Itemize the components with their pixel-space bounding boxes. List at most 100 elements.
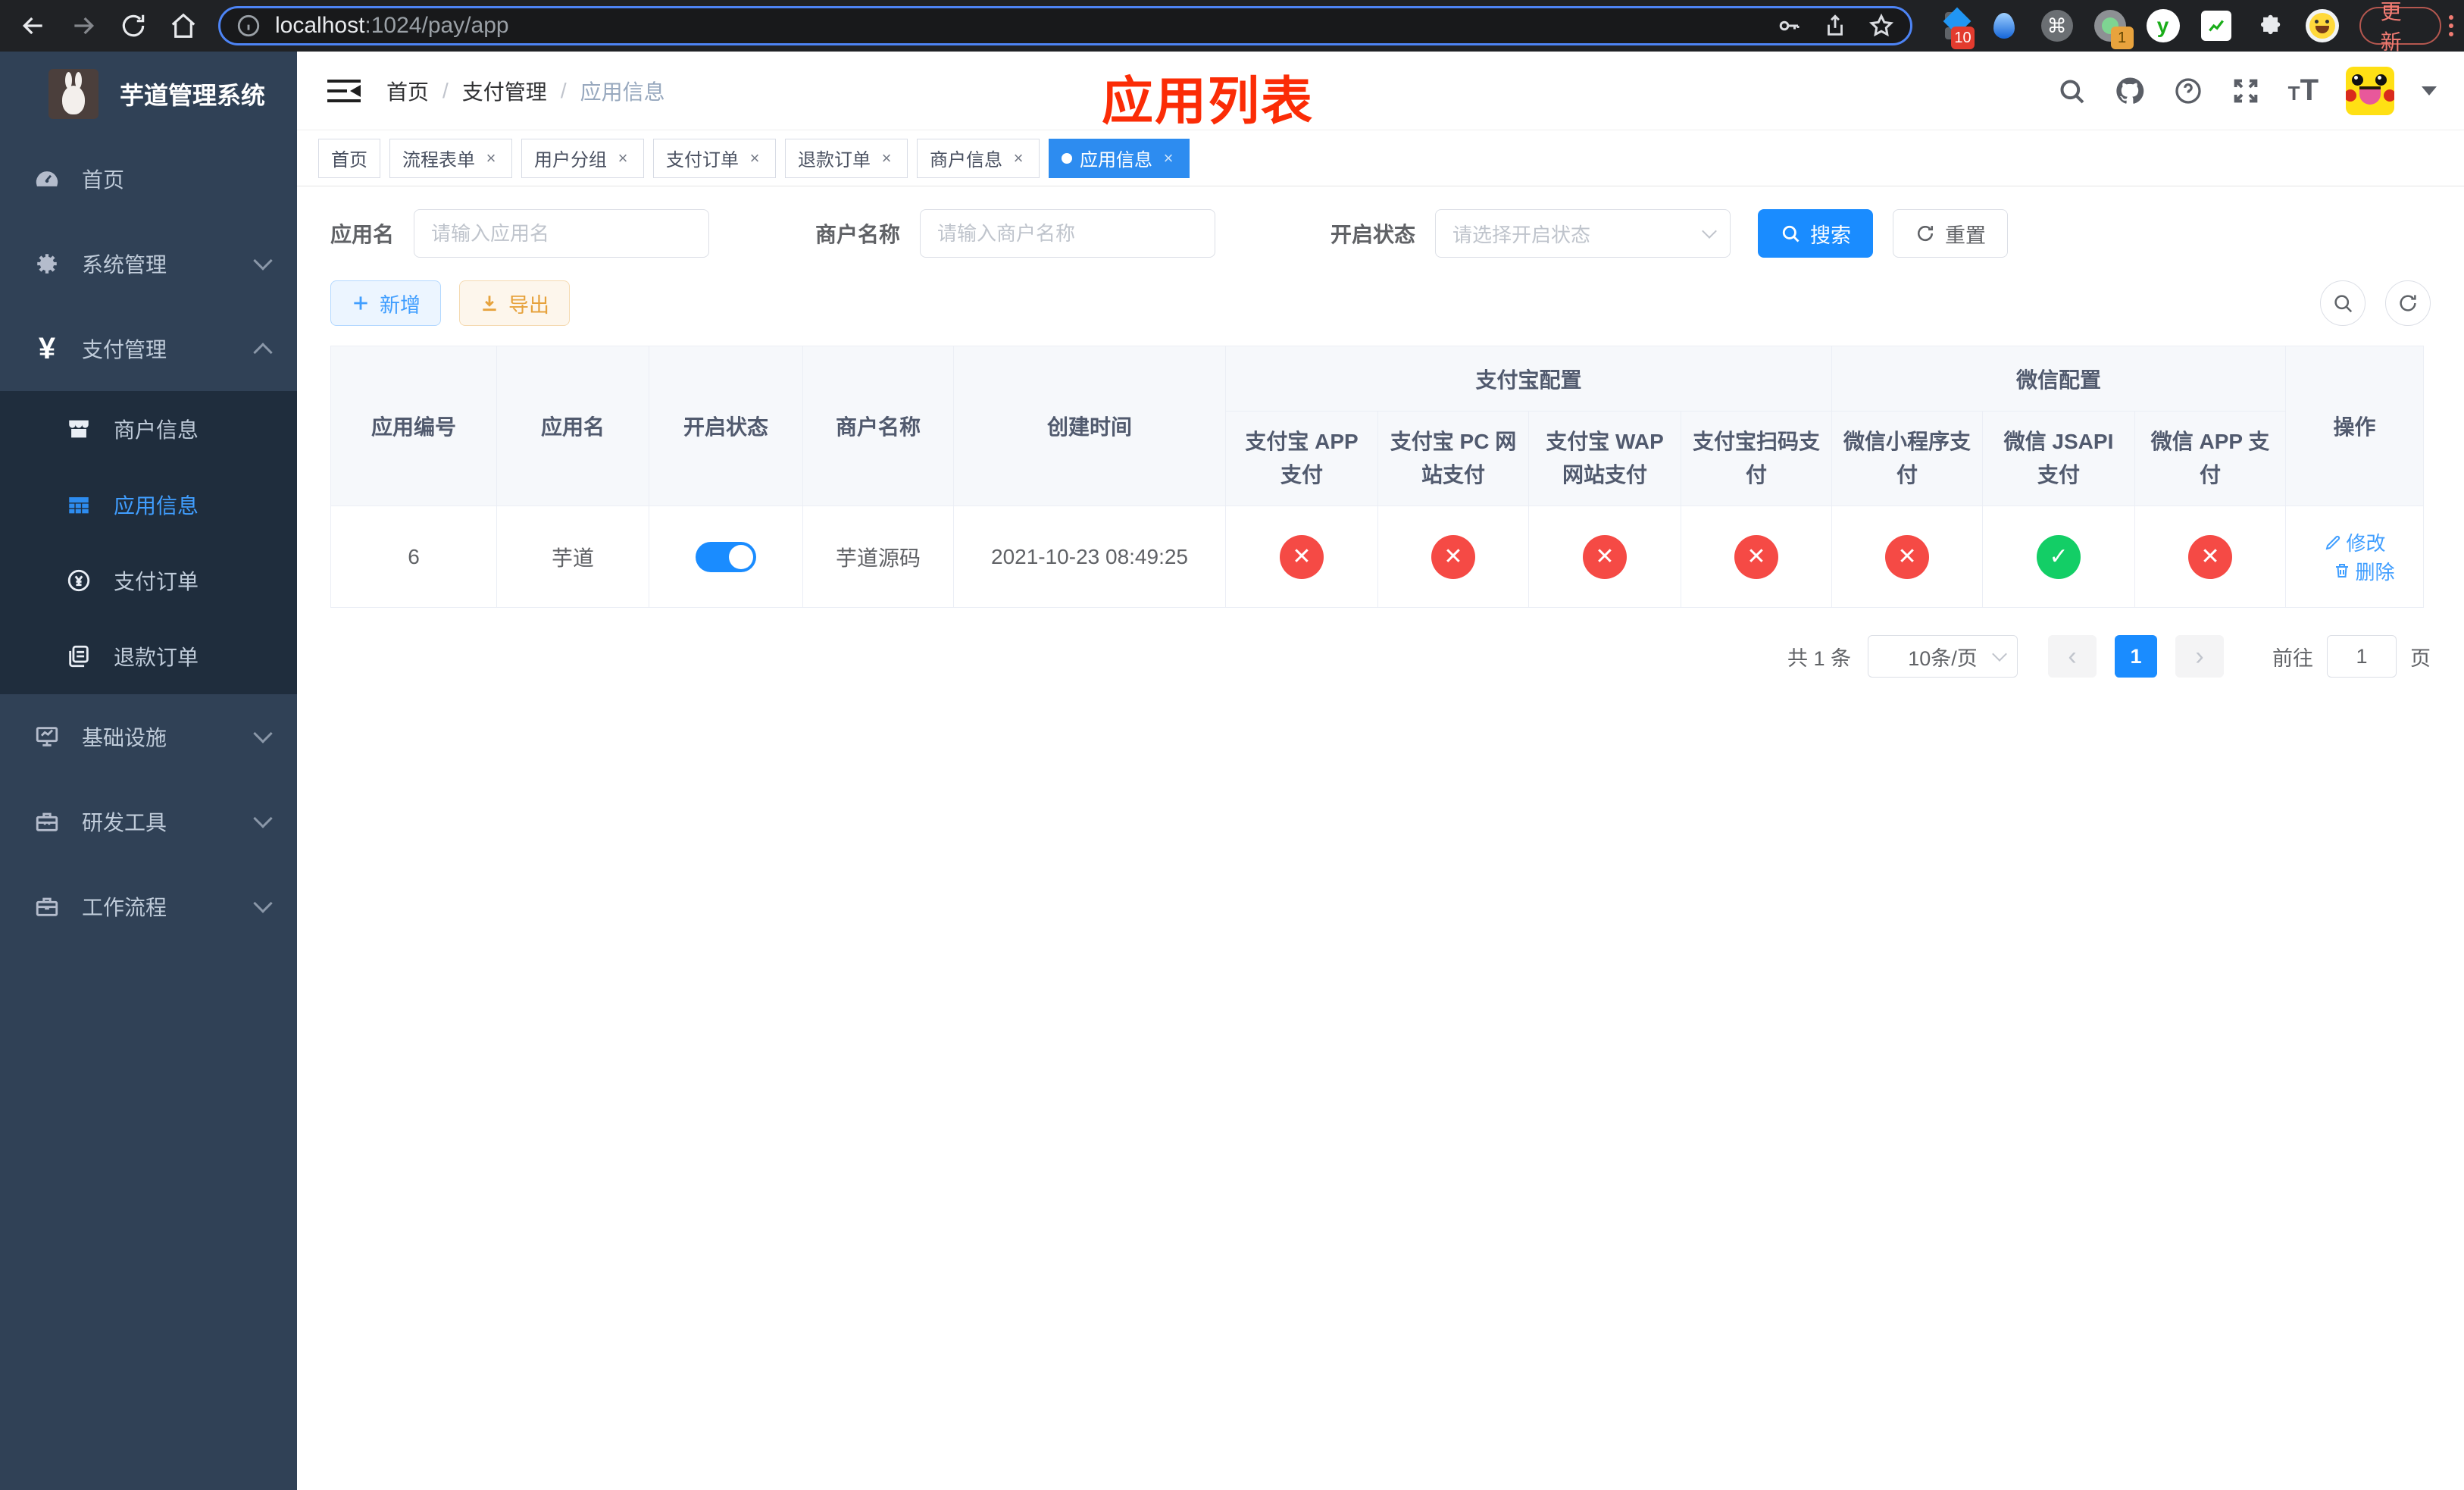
status-select[interactable]: 请选择开启状态 [1435, 209, 1731, 258]
table-row: 6 芋道 芋道源码 2021-10-23 08:49:25 ✕ ✕ ✕ ✕ ✕ … [330, 506, 2425, 608]
close-icon[interactable] [878, 149, 895, 168]
extension-chart-icon[interactable] [2199, 8, 2234, 43]
show-search-toggle-button[interactable] [2320, 280, 2366, 326]
home-icon[interactable] [167, 9, 200, 42]
extension-recorder-icon[interactable]: 1 [2093, 8, 2134, 49]
app-name-input[interactable] [414, 209, 710, 258]
sidebar-item-devtools[interactable]: 研发工具 [0, 779, 297, 864]
enabled-toggle[interactable] [696, 541, 756, 572]
extension-balloon-icon[interactable] [1987, 8, 2022, 43]
back-icon[interactable] [17, 9, 50, 42]
tab-home[interactable]: 首页 [318, 138, 380, 178]
pay-submenu: 商户信息 应用信息 支付订单 退款订单 [0, 391, 297, 694]
sidebar-item-refund-order[interactable]: 退款订单 [0, 618, 297, 694]
breadcrumb-pay[interactable]: 支付管理 [462, 76, 547, 106]
col-created: 创建时间 [953, 346, 1226, 506]
sidebar-item-workflow[interactable]: 工作流程 [0, 864, 297, 949]
close-icon[interactable] [1010, 149, 1027, 168]
sidebar-item-merchant-info[interactable]: 商户信息 [0, 391, 297, 467]
delete-link[interactable]: 删除 [2333, 557, 2395, 585]
password-key-icon[interactable] [1775, 12, 1803, 39]
add-button[interactable]: 新增 [330, 280, 441, 326]
cell-wx-lite [1831, 506, 1984, 608]
cell-alipay-wap [1528, 506, 1681, 608]
browser-menu-icon[interactable] [2449, 15, 2453, 36]
chevron-down-icon [1992, 646, 2007, 662]
disabled-status-icon [1583, 534, 1627, 579]
bookmark-star-icon[interactable] [1868, 12, 1895, 39]
close-icon[interactable] [746, 149, 763, 168]
tab-refund-order[interactable]: 退款订单 [785, 138, 908, 178]
refresh-icon [1918, 225, 1934, 242]
reload-icon[interactable] [117, 9, 150, 42]
tab-app-info[interactable]: 应用信息 [1049, 138, 1190, 178]
col-alipay-pc: 支付宝 PC 网站支付 [1377, 411, 1529, 506]
user-avatar[interactable] [2346, 66, 2394, 115]
col-alipay-wap: 支付宝 WAP 网站支付 [1528, 411, 1681, 506]
sidebar-item-app-info[interactable]: 应用信息 [0, 467, 297, 543]
sidebar-item-infra[interactable]: 基础设施 [0, 694, 297, 779]
sidebar-item-pay[interactable]: ¥ 支付管理 [0, 306, 297, 391]
goto-page-input[interactable] [2327, 635, 2397, 678]
export-button[interactable]: 导出 [459, 280, 570, 326]
monitor-icon [32, 724, 62, 750]
grid-icon [64, 492, 94, 518]
address-bar[interactable]: localhost:1024/pay/app [218, 6, 1912, 45]
chevron-down-icon [253, 251, 273, 271]
close-icon[interactable] [1160, 149, 1177, 168]
search-button[interactable]: 搜索 [1758, 209, 1874, 258]
search-icon[interactable] [2056, 76, 2087, 106]
extension-command-icon[interactable]: ⌘ [2040, 8, 2075, 43]
extensions-puzzle-icon[interactable] [2252, 8, 2287, 43]
extension-y-icon[interactable]: y [2146, 8, 2181, 43]
page-1-button[interactable]: 1 [2115, 635, 2157, 678]
logo-image [48, 69, 98, 119]
breadcrumb-home[interactable]: 首页 [386, 76, 429, 106]
close-icon[interactable] [614, 149, 631, 168]
close-icon[interactable] [483, 149, 499, 168]
github-icon[interactable] [2114, 75, 2146, 107]
site-info-icon[interactable] [236, 13, 261, 39]
font-size-icon[interactable]: TT [2288, 74, 2319, 108]
reset-button[interactable]: 重置 [1893, 209, 2009, 258]
sidebar-item-home[interactable]: 首页 [0, 136, 297, 221]
refresh-table-button[interactable] [2385, 280, 2431, 326]
tab-process-form[interactable]: 流程表单 [389, 138, 512, 178]
next-page-button[interactable] [2175, 635, 2224, 678]
pagination: 共 1 条 10条/页 1 前往 页 [330, 635, 2431, 678]
page-annotation: 应用列表 [1102, 73, 1315, 130]
merchant-name-input[interactable] [920, 209, 1216, 258]
forward-icon[interactable] [67, 9, 100, 42]
pay-order-icon [64, 568, 94, 593]
cell-wx-app [2134, 506, 2287, 608]
chevron-down-icon [253, 894, 273, 913]
extension-tasks-icon[interactable]: 10 [1934, 7, 1975, 49]
col-wx-app: 微信 APP 支付 [2134, 411, 2287, 506]
tab-pay-order[interactable]: 支付订单 [653, 138, 776, 178]
tab-merchant-info[interactable]: 商户信息 [917, 138, 1040, 178]
col-app-id: 应用编号 [330, 346, 497, 506]
col-alipay-qr: 支付宝扫码支付 [1680, 411, 1833, 506]
collapse-sidebar-icon[interactable] [327, 76, 361, 106]
fullscreen-icon[interactable] [2231, 76, 2261, 106]
disabled-status-icon [2188, 534, 2233, 579]
edit-link[interactable]: 修改 [2324, 528, 2386, 556]
sidebar-item-system[interactable]: 系统管理 [0, 221, 297, 306]
sidebar-item-label: 应用信息 [114, 494, 199, 518]
profile-avatar-icon[interactable] [2305, 8, 2340, 43]
edit-pen-icon [2325, 535, 2340, 549]
sidebar-item-pay-order[interactable]: 支付订单 [0, 543, 297, 618]
help-icon[interactable] [2173, 76, 2203, 106]
user-menu-caret-icon[interactable] [2422, 86, 2437, 95]
sidebar-item-label: 商户信息 [114, 418, 199, 442]
sidebar-logo[interactable]: 芋道管理系统 [0, 52, 297, 136]
toolbox-icon [32, 809, 62, 834]
prev-page-button[interactable] [2048, 635, 2097, 678]
merchant-name-label: 商户名称 [815, 223, 901, 246]
page-size-select[interactable]: 10条/页 [1868, 635, 2018, 678]
download-icon [483, 296, 496, 311]
sidebar-item-label: 首页 [82, 168, 125, 192]
share-icon[interactable] [1822, 13, 1848, 39]
tab-user-group[interactable]: 用户分组 [521, 138, 644, 178]
browser-update-button[interactable]: 更新 [2359, 0, 2441, 54]
